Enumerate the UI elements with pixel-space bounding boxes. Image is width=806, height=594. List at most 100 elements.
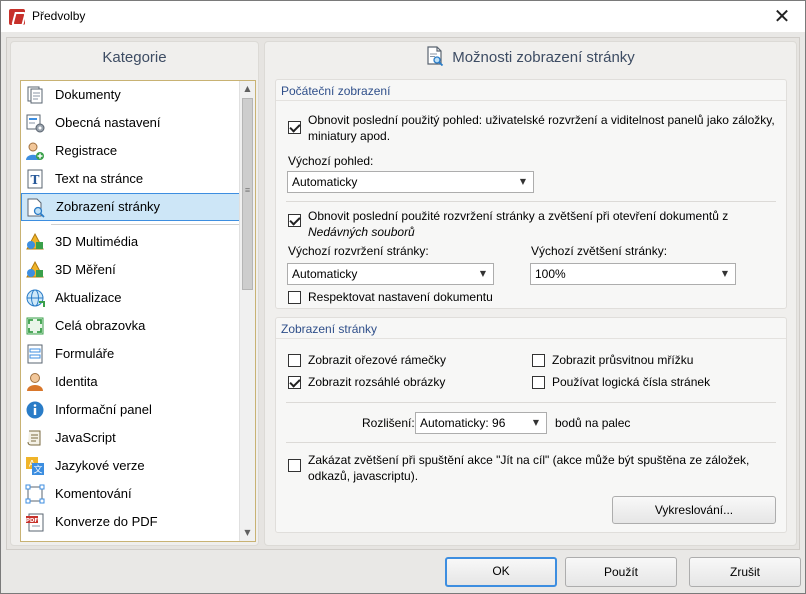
default-view-value: Automaticky [292,175,358,189]
category-item-label: 3D Multimédia [55,234,139,249]
updates-globe-icon [25,288,45,308]
category-item[interactable]: PDF Konverze do PDF [21,508,240,536]
cancel-button[interactable]: Zrušit [689,557,801,587]
category-item[interactable]: Dokumenty [21,81,240,109]
categories-list[interactable]: Dokumenty Obecná nastavení Registrace T Text… [20,80,256,542]
3d-multimedia-icon [25,232,45,252]
category-item-label: Konverze do PDF [55,514,158,529]
crop-boxes-checkbox[interactable] [288,354,301,367]
category-item[interactable]: Formuláře [21,340,240,368]
rendering-button[interactable]: Vykreslování... [612,496,776,524]
category-item[interactable]: Celá obrazovka [21,312,240,340]
logical-page-numbers-label: Používat logická čísla stránek [552,375,711,389]
default-view-label: Výchozí pohled: [288,154,374,168]
restore-layout-label-main: Obnovit poslední použité rozvržení strán… [308,209,729,223]
category-item[interactable]: Komentování [21,480,240,508]
ok-button[interactable]: OK [445,557,557,587]
resolution-select[interactable]: Automaticky: 96 ▼ [415,412,547,434]
registration-user-icon [25,141,45,161]
category-item-label: Formuláře [55,346,115,361]
options-pane: Možnosti zobrazení stránky Počáteční zob… [264,41,797,546]
category-item-label: Text na stránce [55,171,144,186]
default-zoom-label: Výchozí zvětšení stránky: [531,244,668,258]
category-item[interactable]: Identita [21,368,240,396]
options-header: Možnosti zobrazení stránky [265,42,796,74]
respect-document-checkbox[interactable] [288,291,301,304]
restore-layout-checkbox[interactable] [288,214,301,227]
info-panel-icon [25,400,45,420]
javascript-scroll-icon [25,428,45,448]
category-item[interactable]: Aktualizace [21,284,240,312]
chevron-down-icon: ▼ [721,269,729,278]
categories-pane: Kategorie Dokumenty Obecná nastavení Regis… [10,41,259,546]
dialog-body: Kategorie Dokumenty Obecná nastavení Regis… [6,37,800,550]
group-divider [276,338,786,339]
chevron-down-icon: ▼ [479,269,487,278]
category-item[interactable]: Informační panel [21,396,240,424]
preferences-dialog: Předvolby ✕ Kategorie Dokumenty Obecná na… [0,0,806,594]
logical-page-numbers-checkbox[interactable] [532,376,545,389]
category-item-label: JavaScript [55,430,116,445]
categories-scrollbar[interactable]: ▲ ▼ [239,81,255,541]
svg-text:T: T [31,173,40,187]
identity-person-icon [25,372,45,392]
page-magnifier-icon [426,46,444,67]
title-bar[interactable]: Předvolby ✕ [1,1,805,32]
disable-zoom-goto-checkbox[interactable] [288,459,301,472]
window-title: Předvolby [32,9,86,23]
category-item[interactable]: Zobrazení stránky [21,193,240,221]
category-item[interactable]: Obecná nastavení [21,109,240,137]
scroll-up-arrow-icon[interactable]: ▲ [240,81,255,97]
category-item-label: Obecná nastavení [55,115,161,130]
category-item-label: Komentování [55,486,132,501]
page-display-icon [26,198,46,218]
category-item-label: Registrace [55,143,118,158]
apply-button[interactable]: Použít [565,557,677,587]
category-item[interactable]: Registrace [21,137,240,165]
chevron-down-icon: ▼ [532,418,540,427]
scroll-down-arrow-icon[interactable]: ▼ [240,525,255,541]
transparent-grid-label: Zobrazit průsvitnou mřížku [552,353,694,367]
divider [286,442,776,443]
category-item-label: Zobrazení stránky [56,199,161,214]
forms-icon [25,344,45,364]
recent-files-label: Nedávných souborů [308,225,415,239]
category-item-label: Jazykové verze [55,458,145,473]
category-item-label: Aktualizace [55,290,122,305]
restore-view-checkbox[interactable] [288,121,301,134]
category-item[interactable]: 3D Měření [21,256,240,284]
initial-view-group: Počáteční zobrazení Obnovit poslední pou… [275,79,787,309]
large-images-checkbox[interactable] [288,376,301,389]
category-item[interactable]: JavaScript [21,424,240,452]
category-item[interactable]: 3D Multimédia [21,228,240,256]
commenting-icon [25,484,45,504]
documents-icon [25,85,45,105]
category-item-label: 3D Měření [55,262,116,277]
default-zoom-value: 100% [535,267,566,281]
page-display-group: Zobrazení stránky Zobrazit ořezové rámeč… [275,317,787,533]
crop-boxes-label: Zobrazit ořezové rámečky [308,353,447,367]
transparent-grid-checkbox[interactable] [532,354,545,367]
category-item-label: Celá obrazovka [55,318,146,333]
restore-layout-label: Obnovit poslední použité rozvržení strán… [308,208,778,240]
category-item[interactable]: A文 Jazykové verze [21,452,240,480]
category-item[interactable]: T Text na stránce [21,165,240,193]
initial-view-title: Počáteční zobrazení [281,84,391,98]
default-layout-select[interactable]: Automaticky ▼ [287,263,494,285]
divider [286,201,776,202]
group-divider [276,100,786,101]
text-on-page-icon: T [25,169,45,189]
chevron-down-icon: ▼ [519,177,527,186]
options-title: Možnosti zobrazení stránky [452,49,635,66]
pdf-editor-app-icon [9,9,25,25]
default-view-select[interactable]: Automaticky ▼ [287,171,534,193]
respect-document-label: Respektovat nastavení dokumentu [308,290,493,304]
close-icon[interactable]: ✕ [771,4,793,28]
restore-view-label: Obnovit poslední použitý pohled: uživate… [308,113,775,143]
convert-to-pdf-icon: PDF [25,512,45,532]
disable-zoom-goto-label: Zakázat zvětšení při spuštění akce "Jít … [308,453,750,483]
resolution-unit-label: bodů na palec [555,416,631,430]
scrollbar-thumb[interactable] [242,98,253,290]
general-settings-icon [25,113,45,133]
default-zoom-select[interactable]: 100% ▼ [530,263,736,285]
